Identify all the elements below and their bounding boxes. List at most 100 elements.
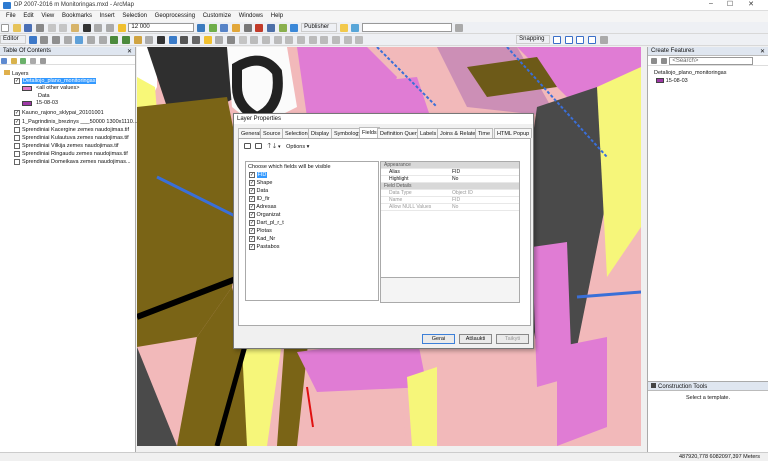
identify-icon[interactable] [168,36,177,44]
tool-extra-icon[interactable] [343,36,352,44]
field-row[interactable]: ✓ Dart_pl_r_t [249,220,284,226]
search-icon[interactable] [243,24,252,32]
editor-menu[interactable]: Editor [0,35,26,44]
field-checkbox[interactable]: ✓ [249,172,255,178]
field-row[interactable]: ✓ ID_fir [249,196,270,202]
template-item[interactable]: 15-08-03 [656,78,696,85]
target-layer-combo[interactable] [362,23,453,32]
toc-layer-item[interactable]: Sprendiniai Domeikava zemes naudojimas..… [22,159,131,165]
minimize-icon[interactable]: – [703,0,719,7]
measure-icon[interactable] [192,36,201,44]
catalog-icon[interactable] [232,24,241,32]
tab-html-popup[interactable]: HTML Popup [494,128,533,138]
field-checkbox[interactable]: ✓ [249,188,255,194]
toc-layer-item[interactable]: Kauno_rajono_sklypai_20101001 [22,110,104,116]
scale-combo[interactable]: 12 000 [128,23,195,32]
menu-help[interactable]: Help [271,13,283,19]
field-checkbox[interactable]: ✓ [249,220,255,226]
undo-icon[interactable] [94,24,103,32]
clear-selection-icon[interactable] [145,36,154,44]
field-row[interactable]: ✓ Data [249,188,268,194]
back-extent-icon[interactable] [110,36,119,44]
toc-layer-item[interactable]: 1_Pagrindinis_brezinys ___50000 1300x111… [22,119,137,125]
reshape-icon[interactable] [262,36,271,44]
layer-visibility-checkbox[interactable]: ✓ [14,78,20,84]
layer-icon[interactable] [454,24,463,32]
sketch-properties-icon[interactable] [320,36,329,44]
menu-bookmarks[interactable]: Bookmarks [62,13,92,19]
prop-value[interactable]: FID [452,169,460,175]
layer-visibility-checkbox[interactable] [14,143,20,149]
vertex-icon[interactable] [250,36,259,44]
html-popup-icon[interactable] [215,36,224,44]
menu-view[interactable]: View [41,13,54,19]
editor-toolbar-icon[interactable] [197,24,206,32]
pan-icon[interactable] [63,36,72,44]
publisher-menu[interactable]: Publisher [301,23,338,32]
snapping-menu[interactable]: Snapping [516,35,551,44]
menu-windows[interactable]: Windows [239,13,263,19]
copy-icon[interactable] [59,24,68,32]
field-checkbox[interactable]: ✓ [249,196,255,202]
toc-layer-item[interactable]: Detaliojo_plano_monitoringas [22,78,97,84]
field-row[interactable]: ✓ Adresas [249,204,276,210]
snap-options-icon[interactable] [599,36,608,44]
field-checkbox[interactable]: ✓ [249,204,255,210]
select-features-icon[interactable] [133,36,142,44]
toc-options-icon[interactable] [39,58,46,64]
prop-row-highlight[interactable]: Highlight No [381,176,519,183]
layer-visibility-checkbox[interactable] [14,159,20,165]
create-features-close-icon[interactable]: ✕ [760,48,765,55]
point-snap-icon[interactable] [552,36,561,44]
new-icon[interactable] [1,24,9,32]
field-checkbox[interactable]: ✓ [249,180,255,186]
redo-icon[interactable] [106,24,115,32]
layer-visibility-checkbox[interactable] [14,135,20,141]
menu-geoprocessing[interactable]: Geoprocessing [155,13,195,19]
zoom-in-icon[interactable] [40,36,49,44]
field-checkbox[interactable]: ✓ [249,236,255,242]
vertex-snap-icon[interactable] [576,36,585,44]
move-up-icon[interactable]: 🡑 [267,143,271,150]
apply-button[interactable]: Taikyti [496,334,529,344]
prop-row-alias[interactable]: Alias FID [381,169,519,176]
template-search-input[interactable]: <Search> [669,57,754,65]
layer-visibility-checkbox[interactable] [14,127,20,133]
menu-selection[interactable]: Selection [122,13,147,19]
organize-templates-icon[interactable] [651,58,657,64]
menu-file[interactable]: File [6,13,16,19]
grid-view-icon[interactable] [244,143,251,149]
hyperlink-icon[interactable] [203,36,212,44]
cancel-button[interactable]: Atšaukti [459,334,492,344]
close-icon[interactable]: ✕ [743,0,759,8]
print-icon[interactable] [36,24,45,32]
options-button[interactable]: Options ▾ [286,144,309,150]
field-row[interactable]: ✓ Shape [249,180,272,186]
layer-visibility-checkbox[interactable]: ✓ [14,119,20,125]
fixed-zoom-out-icon[interactable] [98,36,107,44]
full-extent-icon[interactable] [75,36,84,44]
field-row[interactable]: ✓ Kad_Nr [249,236,275,242]
field-checkbox[interactable]: ✓ [249,244,255,250]
rotate-icon[interactable] [297,36,306,44]
list-by-selection-icon[interactable] [30,58,37,64]
move-down-icon[interactable]: 🡓 [273,143,277,150]
create-features-icon[interactable] [332,36,341,44]
find-icon[interactable] [180,36,189,44]
more-arrow-icon[interactable]: ▾ [278,144,281,150]
edit-tool-icon[interactable] [28,36,37,44]
menu-customize[interactable]: Customize [203,13,231,19]
layer-visibility-checkbox[interactable]: ✓ [14,110,20,116]
cut-icon[interactable] [47,24,56,32]
toc-close-icon[interactable]: ✕ [127,48,132,55]
time-slider-icon[interactable] [227,36,236,44]
field-checkbox[interactable]: ✓ [249,228,255,234]
python-icon[interactable] [267,24,276,32]
field-row[interactable]: ✓ FID [249,172,268,178]
open-icon[interactable] [12,24,21,32]
attributes-icon[interactable] [308,36,317,44]
menu-insert[interactable]: Insert [100,13,115,19]
list-by-source-icon[interactable] [10,58,17,64]
tool-extra2-icon[interactable] [355,36,364,44]
field-row[interactable]: ✓ Organizat [249,212,280,218]
